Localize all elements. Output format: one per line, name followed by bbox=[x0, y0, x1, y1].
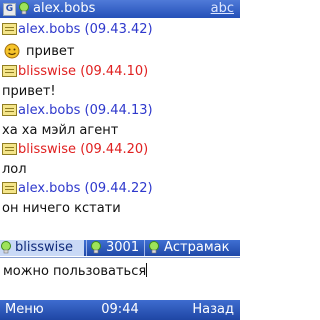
tab-blisswise[interactable]: blisswise bbox=[0, 240, 84, 256]
message-header: blisswise (09.44.20) bbox=[2, 140, 240, 160]
tab-label: 3001 bbox=[106, 240, 140, 255]
message-sender-time: blisswise (09.44.20) bbox=[18, 140, 148, 160]
message-header: alex.bobs (09.44.22) bbox=[2, 179, 240, 199]
tab-astramak[interactable]: Астрамак bbox=[144, 240, 240, 256]
message-time: (09.44.13) bbox=[84, 103, 153, 118]
online-status-bulb-icon bbox=[91, 241, 101, 254]
message-body: привет bbox=[2, 40, 240, 62]
sender-name: blisswise bbox=[18, 142, 77, 157]
message-envelope-icon bbox=[2, 65, 17, 77]
online-status-bulb-icon bbox=[1, 241, 11, 254]
contact-tabs: blisswise 3001 Астрамак bbox=[0, 240, 240, 256]
message-input[interactable]: можно пользоваться bbox=[0, 257, 240, 299]
chat-message: alex.bobs (09.44.22) он ничего кстати bbox=[2, 179, 240, 218]
chat-message: blisswise (09.44.20) лол bbox=[2, 140, 240, 179]
chat-contact-title: alex.bobs bbox=[33, 1, 96, 16]
message-text: привет! bbox=[2, 84, 56, 99]
message-header: alex.bobs (09.44.13) bbox=[2, 101, 240, 121]
message-header: blisswise (09.44.10) bbox=[2, 62, 240, 82]
message-time: (09.44.20) bbox=[80, 142, 149, 157]
online-status-bulb-icon bbox=[19, 2, 29, 15]
sender-name: blisswise bbox=[18, 64, 77, 79]
message-text: лол bbox=[2, 162, 27, 177]
menu-softkey[interactable]: Меню bbox=[5, 300, 44, 320]
sender-name: alex.bobs bbox=[18, 22, 81, 37]
sender-name: alex.bobs bbox=[18, 103, 81, 118]
message-time: (09.44.22) bbox=[84, 181, 153, 196]
message-sender-time: blisswise (09.44.10) bbox=[18, 62, 148, 82]
online-status-bulb-icon bbox=[149, 241, 159, 254]
tab-label: Астрамак bbox=[164, 240, 230, 255]
chat-history[interactable]: alex.bobs (09.43.42) привет blisswise (0… bbox=[0, 20, 240, 240]
message-input-text: можно пользоваться bbox=[3, 264, 147, 279]
back-softkey[interactable]: Назад bbox=[192, 300, 234, 320]
tab-3001[interactable]: 3001 bbox=[86, 240, 143, 256]
chat-message: alex.bobs (09.44.13) ха ха мэйл агент bbox=[2, 101, 240, 140]
tab-label: blisswise bbox=[15, 240, 74, 255]
message-envelope-icon bbox=[2, 182, 17, 194]
chat-message: alex.bobs (09.43.42) привет bbox=[2, 20, 240, 62]
message-sender-time: alex.bobs (09.44.13) bbox=[18, 101, 153, 121]
chat-message: blisswise (09.44.10) привет! bbox=[2, 62, 240, 101]
message-envelope-icon bbox=[2, 23, 17, 35]
title-bar: G alex.bobs abc bbox=[0, 0, 240, 18]
message-envelope-icon bbox=[2, 143, 17, 155]
message-text: привет bbox=[26, 44, 75, 59]
text-cursor bbox=[146, 263, 148, 277]
message-sender-time: alex.bobs (09.44.22) bbox=[18, 179, 153, 199]
sender-name: alex.bobs bbox=[18, 181, 81, 196]
message-header: alex.bobs (09.43.42) bbox=[2, 20, 240, 40]
message-text: он ничего кстати bbox=[2, 201, 121, 216]
message-sender-time: alex.bobs (09.43.42) bbox=[18, 20, 153, 40]
message-time: (09.44.10) bbox=[80, 64, 149, 79]
message-time: (09.43.42) bbox=[84, 22, 153, 37]
input-mode-indicator[interactable]: abc bbox=[211, 0, 234, 18]
message-envelope-icon bbox=[2, 104, 17, 116]
message-text: ха ха мэйл агент bbox=[2, 123, 119, 138]
softkey-bar: 09:44 Меню Назад bbox=[0, 300, 240, 320]
app-icon: G bbox=[3, 3, 16, 16]
smiley-emoticon-icon bbox=[4, 43, 20, 59]
